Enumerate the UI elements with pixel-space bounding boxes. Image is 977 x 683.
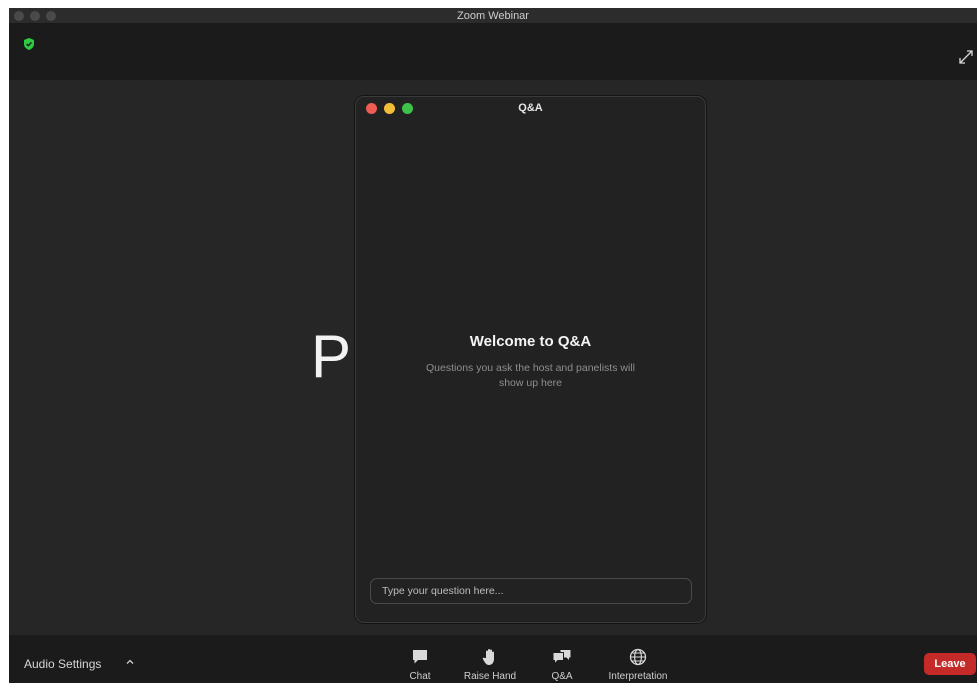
leave-button[interactable]: Leave (924, 653, 976, 675)
audio-settings-button[interactable]: Audio Settings (24, 657, 101, 671)
qa-welcome-subtitle: Questions you ask the host and panelists… (426, 362, 635, 389)
meeting-toolbar: Audio Settings Chat Raise Hand Q&A Inter… (9, 635, 977, 683)
zoom-window: Zoom Webinar Pa Q&A Welcome to Q&A Quest… (9, 8, 977, 683)
raise-hand-button[interactable]: Raise Hand (457, 643, 523, 683)
qa-label: Q&A (551, 671, 573, 682)
window-titlebar: Zoom Webinar (9, 8, 977, 24)
interpretation-label: Interpretation (608, 671, 668, 682)
qa-panel: Q&A Welcome to Q&A Questions you ask the… (355, 96, 706, 623)
expand-icon[interactable] (957, 48, 975, 66)
chat-button[interactable]: Chat (402, 643, 438, 683)
chevron-up-icon[interactable] (125, 657, 135, 667)
meeting-topbar (9, 24, 977, 80)
question-input[interactable] (370, 578, 692, 604)
hand-icon (482, 649, 494, 665)
window-title: Zoom Webinar (457, 10, 529, 22)
qa-icon (553, 650, 571, 663)
interpretation-button[interactable]: Interpretation (601, 643, 675, 683)
qa-panel-title: Q&A (518, 102, 543, 114)
globe-icon (629, 648, 647, 666)
qa-welcome-heading: Welcome to Q&A (469, 333, 592, 350)
qa-button[interactable]: Q&A (544, 643, 580, 683)
chat-icon (413, 650, 427, 664)
shield-icon[interactable] (22, 37, 36, 51)
chat-label: Chat (409, 671, 431, 682)
raise-hand-label: Raise Hand (463, 671, 517, 682)
